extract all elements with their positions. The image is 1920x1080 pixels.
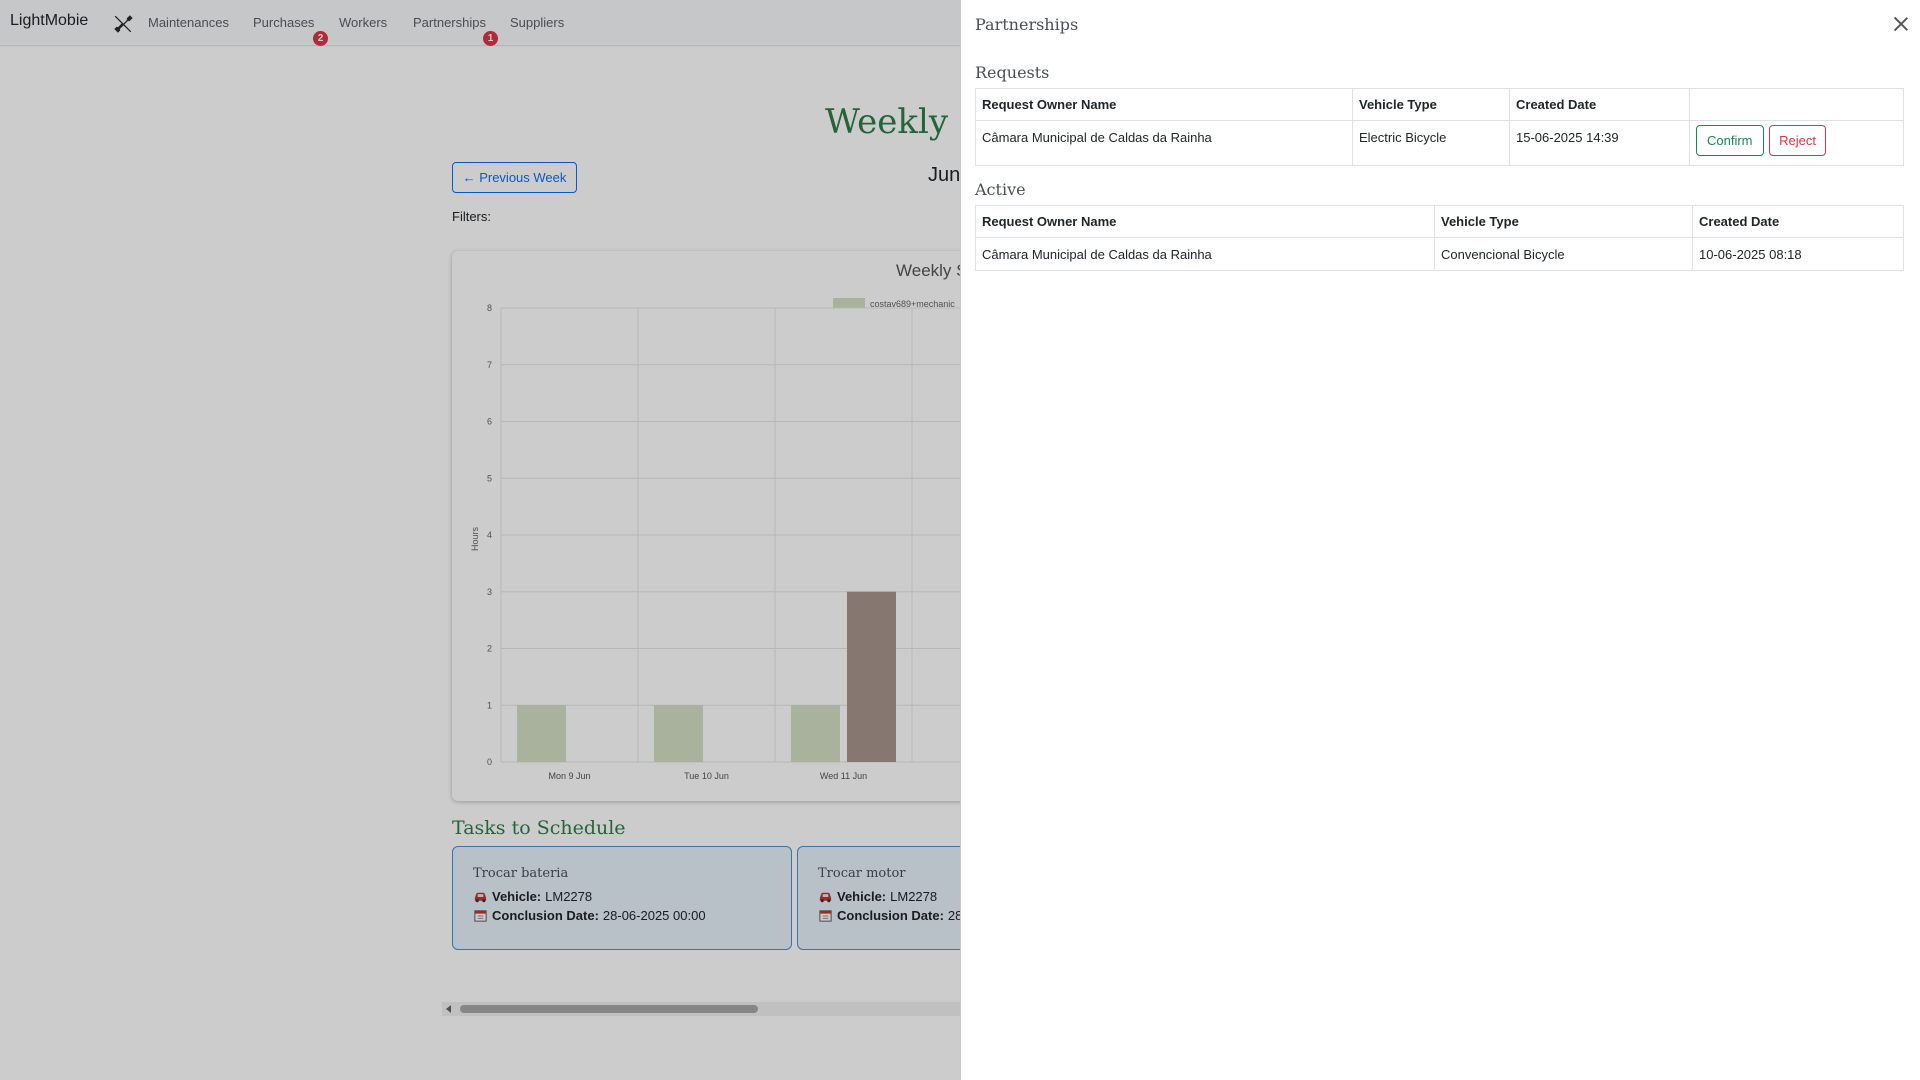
created-date-cell: 10-06-2025 08:18 (1692, 237, 1904, 271)
col-request-owner-name: Request Owner Name (975, 88, 1353, 121)
col-created-date: Created Date (1692, 205, 1904, 238)
requests-table: Request Owner Name Vehicle Type Created … (975, 88, 1904, 166)
table-header-row: Request Owner Name Vehicle Type Created … (975, 88, 1904, 121)
active-section-title: Active (975, 180, 1026, 199)
vehicle-type-cell: Electric Bicycle (1352, 120, 1510, 166)
close-icon[interactable] (1891, 14, 1911, 34)
created-date-cell: 15-06-2025 14:39 (1509, 120, 1690, 166)
col-vehicle-type: Vehicle Type (1352, 88, 1510, 121)
requests-section-title: Requests (975, 63, 1050, 82)
col-vehicle-type: Vehicle Type (1434, 205, 1693, 238)
actions-cell: Confirm Reject (1689, 120, 1904, 166)
table-header-row: Request Owner Name Vehicle Type Created … (975, 205, 1904, 238)
vehicle-type-cell: Convencional Bicycle (1434, 237, 1693, 271)
reject-button[interactable]: Reject (1769, 125, 1826, 156)
owner-name-cell: Câmara Municipal de Caldas da Rainha (975, 237, 1435, 271)
active-table: Request Owner Name Vehicle Type Created … (975, 205, 1904, 271)
confirm-button[interactable]: Confirm (1696, 125, 1764, 156)
owner-name-cell: Câmara Municipal de Caldas da Rainha (975, 120, 1353, 166)
table-row: Câmara Municipal de Caldas da Rainha Con… (975, 237, 1904, 271)
panel-title: Partnerships (975, 15, 1079, 34)
col-request-owner-name: Request Owner Name (975, 205, 1435, 238)
table-row: Câmara Municipal de Caldas da Rainha Ele… (975, 120, 1904, 166)
col-actions (1689, 88, 1904, 121)
col-created-date: Created Date (1509, 88, 1690, 121)
partnerships-offcanvas: Partnerships Requests Request Owner Name… (960, 0, 1920, 1080)
